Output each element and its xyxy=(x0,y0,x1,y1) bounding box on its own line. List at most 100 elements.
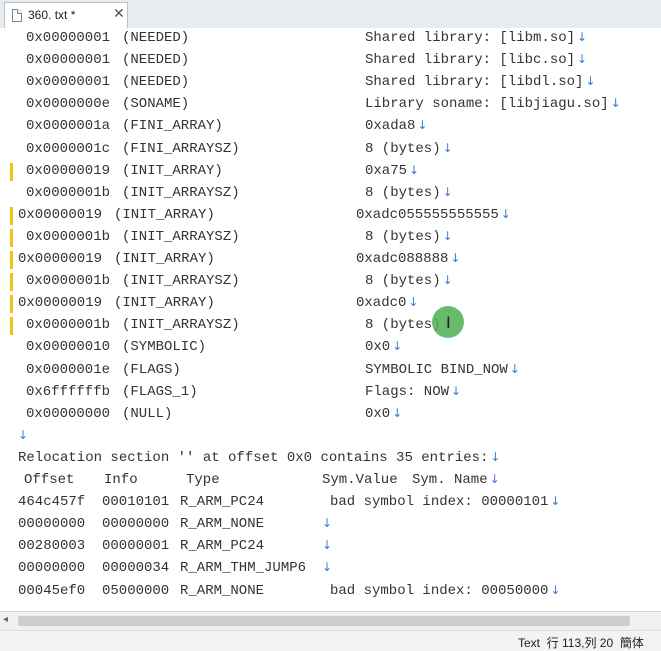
line-end-icon: ↓ xyxy=(577,30,588,44)
dynamic-entry-line: 0x00000019 (INIT_ARRAY) 0xadc055555555555 ↓ xyxy=(0,205,661,227)
entry-tag: 0x00000001 xyxy=(26,74,111,91)
entry-tag: 0x00000001 xyxy=(26,30,111,46)
line-end-icon: ↓ xyxy=(18,427,29,442)
reloc-offset: 00000000 xyxy=(18,560,86,577)
change-marker xyxy=(10,273,13,292)
entry-type: (INIT_ARRAY) xyxy=(122,162,223,179)
change-marker xyxy=(10,295,13,314)
entry-tag: 0x0000001b xyxy=(26,228,111,245)
reloc-info: 00010101 xyxy=(102,494,170,511)
entry-tag: 0x00000001 xyxy=(26,52,111,69)
close-icon[interactable]: ✕ xyxy=(113,6,125,22)
entry-tag: 0x0000001b xyxy=(26,317,111,334)
dynamic-entry-line: 0x00000019 (INIT_ARRAY) 0xa75 ↓ xyxy=(0,161,661,183)
line-end-icon: ↓ xyxy=(450,251,461,265)
reloc-type: R_ARM_PC24 xyxy=(180,494,265,511)
entry-value: 0xadc055555555555 xyxy=(356,206,499,223)
dynamic-entry-line: 0x00000019 (INIT_ARRAY) 0xadc0 ↓ xyxy=(0,293,661,315)
line-end-icon: ↓ xyxy=(392,339,403,354)
line-end-icon: ↓ xyxy=(442,273,453,288)
dynamic-entry-line: 0x0000001c (FINI_ARRAYSZ) 8 (bytes) ↓ xyxy=(0,139,661,161)
reloc-info: 00000000 xyxy=(102,516,170,533)
entry-value: Shared library: [libm.so] xyxy=(365,30,576,46)
entry-tag: 0x00000019 xyxy=(18,251,103,267)
line-end-icon: ↓ xyxy=(322,560,333,575)
reloc-type: R_ARM_NONE xyxy=(180,582,265,599)
line-end-icon: ↓ xyxy=(322,516,333,531)
line-end-icon: ↓ xyxy=(509,361,520,376)
dynamic-entry-line: 0x0000001a (FINI_ARRAY) 0xada8 ↓ xyxy=(0,116,661,138)
dynamic-entry-line: 0x0000001b (INIT_ARRAYSZ) 8 (bytes)↓ xyxy=(0,183,661,205)
line-end-icon: ↓ xyxy=(490,449,501,464)
horizontal-scrollbar[interactable]: ◂ xyxy=(0,611,661,630)
dynamic-entry-line: 0x00000001 (NEEDED) Shared library: [libm.… xyxy=(0,28,661,50)
line-end-icon: ↓ xyxy=(489,472,500,486)
line-end-icon: ↓ xyxy=(322,538,333,553)
change-marker xyxy=(10,251,13,269)
column-header: Type xyxy=(186,472,220,488)
entry-tag: 0x0000001b xyxy=(26,184,111,201)
entry-type: (INIT_ARRAYSZ) xyxy=(122,184,240,201)
entry-value: 8 (bytes) xyxy=(365,228,441,245)
relocation-row: 464c457f 00010101 R_ARM_PC24 bad symbol ind… xyxy=(0,492,661,514)
entry-value: 8 (bytes) xyxy=(365,184,441,201)
change-marker xyxy=(10,317,13,336)
entry-type: (FLAGS) xyxy=(122,361,181,378)
entry-tag: 0x00000000 xyxy=(26,405,111,422)
tab-360-txt[interactable]: 360. txt * ✕ xyxy=(4,2,128,28)
reloc-offset: 00045ef0 xyxy=(18,582,86,599)
dynamic-entry-line: 0x0000001b(INIT_ARRAYSZ)8 (bytes)↓ xyxy=(0,227,661,249)
reloc-symbol: bad symbol index: 00050000 xyxy=(330,582,549,599)
entry-value: 0xadc088888 xyxy=(356,251,449,267)
relocation-header: Relocation section '' at offset 0x0 cont… xyxy=(18,449,489,466)
line-end-icon: ↓ xyxy=(442,228,453,243)
change-marker xyxy=(10,206,13,225)
relocation-row: 00280003 00000001 R_ARM_PC24 ↓ xyxy=(0,536,661,558)
line-end-icon: ↓ xyxy=(442,184,453,199)
line-end-icon: ↓ xyxy=(442,140,453,155)
entry-value: 8 (bytes) xyxy=(365,273,441,290)
scrollbar-thumb[interactable] xyxy=(18,616,630,626)
reloc-info: 05000000 xyxy=(102,582,170,599)
document-icon xyxy=(12,9,22,22)
entry-value: Library soname: [libjiagu.so] xyxy=(365,96,609,113)
column-header: Sym. Name xyxy=(412,472,488,488)
scroll-left-icon[interactable]: ◂ xyxy=(3,614,8,625)
tab-bar: 360. txt * ✕ xyxy=(0,0,661,29)
entry-tag: 0x6ffffffb xyxy=(26,383,111,400)
line-end-icon: ↓ xyxy=(550,494,561,509)
entry-tag: 0x00000019 xyxy=(18,206,103,223)
status-text: Text 行 113,列 20 簡体 xyxy=(518,636,644,650)
text-editor[interactable]: 0x00000001 (NEEDED) Shared library: [libm.… xyxy=(0,28,661,611)
entry-value: 0x0 xyxy=(365,339,391,356)
relocation-row: 00000000 00000000 R_ARM_NONE ↓ xyxy=(0,514,661,536)
entry-type: (SYMBOLIC) xyxy=(122,339,207,356)
line-end-icon: ↓ xyxy=(550,582,561,597)
dynamic-entry-line: 0x0000001b (INIT_ARRAYSZ) 8 (bytes)↓ xyxy=(0,271,661,293)
relocation-row: 00045ef0 05000000 R_ARM_NONE bad symbol ind… xyxy=(0,581,661,603)
line-end-icon: ↓ xyxy=(417,118,428,133)
dynamic-entry-line: 0x00000000 (NULL) 0x0 ↓ xyxy=(0,404,661,426)
entry-tag: 0x00000019 xyxy=(18,295,103,312)
reloc-offset: 00280003 xyxy=(18,538,86,555)
line-end-icon: ↓ xyxy=(585,74,596,89)
reloc-type: R_ARM_NONE xyxy=(180,516,265,533)
entry-type: (NEEDED) xyxy=(122,74,190,91)
entry-tag: 0x0000001b xyxy=(26,273,111,290)
dynamic-entry-line: 0x6ffffffb (FLAGS_1) Flags: NOW ↓ xyxy=(0,382,661,404)
dynamic-entry-line: 0x0000001b(INIT_ARRAYSZ)8 (bytes)↓ xyxy=(0,315,661,337)
reloc-info: 00000001 xyxy=(102,538,170,555)
reloc-offset: 464c457f xyxy=(18,494,86,511)
line-end-icon: ↓ xyxy=(451,383,462,398)
dynamic-entry-line: 0x00000001 (NEEDED) Shared library: [libdl… xyxy=(0,72,661,94)
dynamic-entry-line: 0x00000001 (NEEDED) Shared library: [libc.… xyxy=(0,50,661,72)
entry-value: 8 (bytes) xyxy=(365,317,441,334)
relocation-header-line: Relocation section '' at offset 0x0 cont… xyxy=(0,448,661,470)
column-header: Info xyxy=(104,472,138,488)
entry-type: (INIT_ARRAYSZ) xyxy=(122,317,240,334)
line-end-icon: ↓ xyxy=(500,206,511,221)
entry-type: (FINI_ARRAYSZ) xyxy=(122,140,240,157)
entry-type: (INIT_ARRAYSZ) xyxy=(122,273,240,290)
dynamic-entry-line: 0x0000000e (SONAME) Library soname: [libji… xyxy=(0,94,661,116)
entry-value: Flags: NOW xyxy=(365,383,450,400)
